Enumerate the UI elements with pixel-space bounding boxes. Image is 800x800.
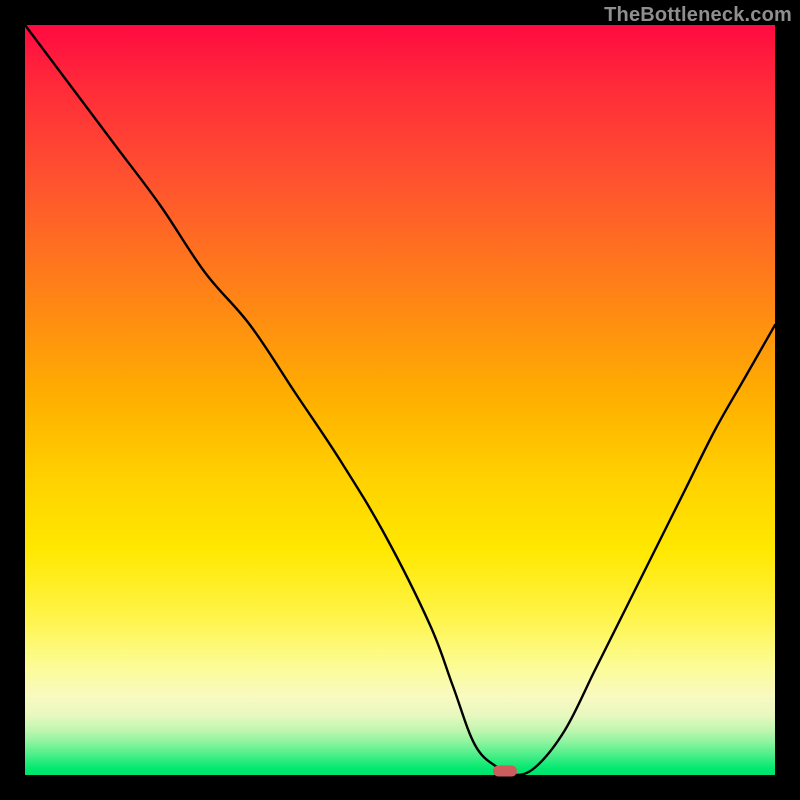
chart-container: TheBottleneck.com [0,0,800,800]
watermark-text: TheBottleneck.com [604,4,792,27]
optimum-marker [493,766,517,777]
plot-area [25,25,775,775]
bottleneck-line [25,25,775,775]
